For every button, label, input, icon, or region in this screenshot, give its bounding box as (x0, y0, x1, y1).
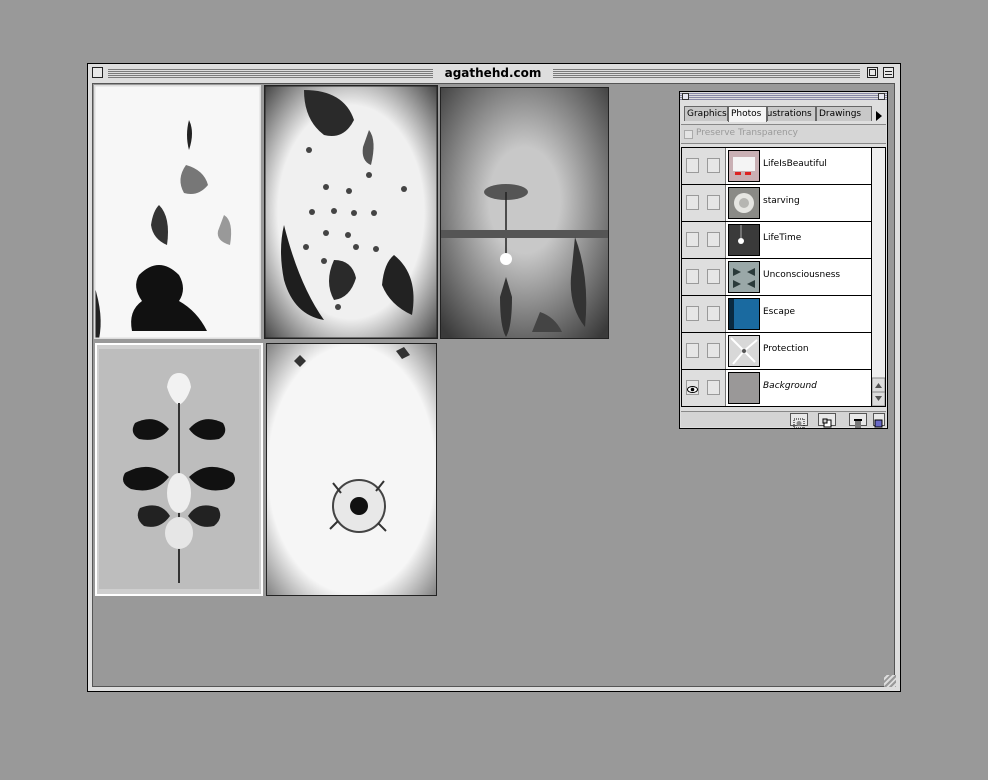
layer-row[interactable]: Unconsciousness (682, 259, 871, 296)
preserve-transparency-row: Preserve Transparency (681, 124, 886, 144)
visibility-cell[interactable] (682, 185, 705, 221)
link-cell[interactable] (704, 148, 726, 184)
visibility-cell[interactable] (682, 333, 705, 369)
collapse-box[interactable] (883, 67, 894, 78)
link-cell[interactable] (704, 370, 726, 406)
layer-name: Unconsciousness (763, 270, 841, 280)
layer-name: Escape (763, 307, 796, 317)
photo-light-bulb[interactable] (440, 87, 609, 339)
tab-illustrations[interactable]: Illustrations (767, 106, 816, 121)
layer-thumbnail (728, 150, 760, 182)
photo-inkblot-flowers[interactable] (95, 343, 263, 596)
tab-scroll-right-icon[interactable] (874, 108, 884, 122)
layer-name: starving (763, 196, 800, 206)
palette-button-bar (681, 411, 886, 429)
layer-thumbnail (728, 187, 760, 219)
layer-thumbnail (728, 298, 760, 330)
layer-thumbnail (728, 372, 760, 404)
tab-photos[interactable]: Photos (728, 106, 767, 122)
title-bar[interactable]: agathehd.com (88, 64, 900, 83)
layer-row[interactable]: Protection (682, 333, 871, 370)
close-box[interactable] (92, 67, 103, 78)
palette-title-bar[interactable] (680, 92, 887, 101)
link-cell[interactable] (704, 185, 726, 221)
photo-single-flower[interactable] (266, 343, 437, 596)
eye-icon[interactable] (686, 380, 699, 395)
palette-close-box[interactable] (682, 93, 689, 100)
visibility-cell[interactable] (682, 222, 705, 258)
link-cell[interactable] (704, 259, 726, 295)
tab-graphics[interactable]: Graphics (684, 106, 728, 121)
mask-button[interactable] (790, 413, 808, 429)
layers-scrollbar[interactable] (872, 147, 886, 407)
preserve-transparency-checkbox[interactable] (684, 130, 693, 139)
resize-grip[interactable] (884, 675, 896, 687)
layer-thumbnail (728, 335, 760, 367)
layer-name: LifeTime (763, 233, 802, 243)
layer-row[interactable]: LifeIsBeautiful (682, 148, 871, 185)
layer-thumbnail (728, 224, 760, 256)
layers-list: LifeIsBeautiful starving LifeTime Uncons… (681, 147, 872, 407)
palette-resize-icon[interactable] (873, 413, 885, 428)
layer-row[interactable]: Escape (682, 296, 871, 333)
link-cell[interactable] (704, 222, 726, 258)
layer-name: LifeIsBeautiful (763, 159, 827, 169)
visibility-cell[interactable] (682, 370, 705, 406)
visibility-cell[interactable] (682, 259, 705, 295)
photos-palette: Graphics Photos Illustrations Drawings P… (679, 91, 888, 429)
palette-zoom-box[interactable] (878, 93, 885, 100)
new-layer-button[interactable] (818, 413, 836, 428)
tab-drawings[interactable]: Drawings (816, 106, 872, 121)
zoom-box[interactable] (867, 67, 878, 78)
layer-name: Protection (763, 344, 809, 354)
layer-thumbnail (728, 261, 760, 293)
photo-leaves-flowers[interactable] (264, 85, 438, 339)
visibility-cell[interactable] (682, 148, 705, 184)
link-cell[interactable] (704, 333, 726, 369)
photo-leaves-figure[interactable] (94, 85, 261, 339)
trash-icon[interactable] (849, 413, 867, 428)
layer-row[interactable]: LifeTime (682, 222, 871, 259)
window-title: agathehd.com (433, 65, 553, 82)
layer-name: Background (763, 381, 817, 391)
preserve-transparency-label: Preserve Transparency (696, 128, 798, 138)
visibility-cell[interactable] (682, 296, 705, 332)
layer-row[interactable]: starving (682, 185, 871, 222)
layer-row[interactable]: Background (682, 370, 871, 407)
link-cell[interactable] (704, 296, 726, 332)
palette-tabs: Graphics Photos Illustrations Drawings (684, 106, 884, 122)
